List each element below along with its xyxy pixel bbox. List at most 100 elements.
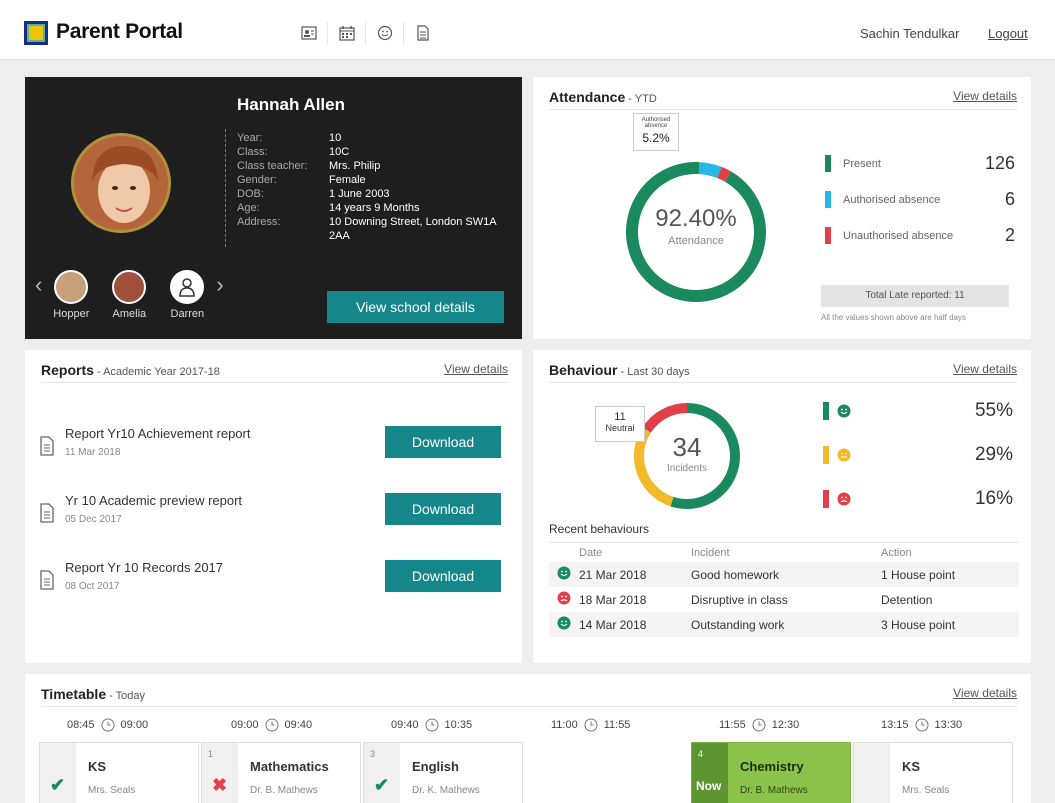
legend-value: 6 <box>1004 189 1015 209</box>
legend-percent: 55% <box>974 400 1013 421</box>
behaviour-table: Date Incident Action 21 Mar 2018 Good ho… <box>549 542 1019 637</box>
attendance-title: Attendance - YTD <box>549 89 657 105</box>
info-label: DOB: <box>237 188 264 200</box>
logo <box>24 21 48 45</box>
reports-view-details-link[interactable]: View details <box>444 362 508 376</box>
timetable-slot[interactable]: 3 ✔ English Dr. K. Mathews <box>363 742 523 803</box>
timetable-times: 08:45 09:00 09:00 09:40 09:40 10:35 11:00 11… <box>25 718 1031 736</box>
attendance-card: Attendance - YTD View details 92.40% Att… <box>533 77 1031 339</box>
sad-face-icon <box>557 591 571 605</box>
time-range: 09:40 10:35 <box>391 718 473 732</box>
info-label: Year: <box>237 132 263 144</box>
cell-incident: Outstanding work <box>691 617 785 632</box>
clock-icon <box>915 718 929 732</box>
slot-teacher: Mrs. Seals <box>88 785 136 796</box>
time-range: 11:00 11:55 <box>551 718 631 732</box>
calendar-icon[interactable] <box>328 22 366 44</box>
legend-authorised: Authorised absence 6 <box>825 189 1015 210</box>
slot-teacher: Dr. B. Mathews <box>250 785 318 796</box>
document-icon <box>39 570 55 595</box>
table-header: Date Incident Action <box>549 542 1019 562</box>
legend-negative: 16% <box>823 488 1013 510</box>
cell-date: 18 Mar 2018 <box>579 592 647 607</box>
legend-neutral: 29% <box>823 444 1013 466</box>
sibling-darren[interactable]: Darren <box>158 270 216 320</box>
legend-label: Present <box>843 157 881 170</box>
happy-face-icon <box>557 616 571 630</box>
info-row-age: Age: 14 years 9 Months <box>237 201 509 215</box>
student-photo <box>71 133 171 233</box>
divider <box>225 129 226 247</box>
sibling-name: Hopper <box>53 308 90 320</box>
info-value: 10 <box>329 132 342 144</box>
chevron-right-icon[interactable]: › <box>216 272 223 298</box>
download-button[interactable]: Download <box>385 426 501 458</box>
info-value: 1 June 2003 <box>329 188 390 200</box>
info-value: 14 years 9 Months <box>329 202 420 214</box>
sibling-amelia[interactable]: Amelia <box>100 270 158 320</box>
behaviour-view-details-link[interactable]: View details <box>953 362 1017 376</box>
student-card: Hannah Allen Year: 10 Class: 10C Class tea… <box>25 77 522 339</box>
cell-action: 3 House point <box>881 617 956 632</box>
table-row[interactable]: 18 Mar 2018 Disruptive in class Detentio… <box>549 587 1019 612</box>
column-header: Incident <box>691 546 730 559</box>
chevron-left-icon[interactable]: ‹ <box>35 272 42 298</box>
timetable-slot[interactable]: 1 ✖ Mathematics Dr. B. Mathews <box>201 742 361 803</box>
cell-action: 1 House point <box>881 567 956 582</box>
info-row-teacher: Class teacher: Mrs. Philip <box>237 159 509 173</box>
info-label: Address: <box>237 216 281 228</box>
sibling-name: Amelia <box>112 308 147 320</box>
report-date: 11 Mar 2018 <box>65 447 121 458</box>
smiley-icon[interactable] <box>366 22 404 44</box>
download-button[interactable]: Download <box>385 560 501 592</box>
info-row-year: Year: 10 <box>237 131 509 145</box>
table-row[interactable]: 14 Mar 2018 Outstanding work 3 House poi… <box>549 612 1019 637</box>
info-value: 10C <box>329 146 350 158</box>
info-value: 10 Downing Street, London SW1A 2AA <box>329 216 496 242</box>
legend-positive: 55% <box>823 400 1013 422</box>
sibling-hopper[interactable]: Hopper <box>42 270 100 320</box>
user-name[interactable]: Sachin Tendulkar <box>860 26 960 41</box>
clock-icon <box>101 718 115 732</box>
info-label: Class teacher: <box>237 160 308 172</box>
legend-unauthorised: Unauthorised absence 2 <box>825 225 1015 246</box>
time-range: 13:15 13:30 <box>881 718 963 732</box>
recent-behaviours-title: Recent behaviours <box>549 522 650 536</box>
happy-face-icon <box>837 404 851 418</box>
legend-value: 126 <box>984 153 1015 173</box>
legend-present: Present 126 <box>825 153 1015 174</box>
view-school-details-button[interactable]: View school details <box>327 291 504 323</box>
behaviour-center: 34 Incidents <box>631 432 743 474</box>
reports-title: Reports - Academic Year 2017-18 <box>41 362 220 378</box>
table-row[interactable]: 21 Mar 2018 Good homework 1 House point <box>549 562 1019 587</box>
attendance-view-details-link[interactable]: View details <box>953 89 1017 103</box>
timetable-slot[interactable]: ✔ KS Mrs. Seals <box>39 742 199 803</box>
clock-icon <box>584 718 598 732</box>
now-badge: Now <box>696 779 722 793</box>
timetable-title: Timetable - Today <box>41 686 146 702</box>
id-card-icon[interactable] <box>290 22 328 44</box>
column-header: Action <box>881 546 912 559</box>
info-row-gender: Gender: Female <box>237 173 509 187</box>
slot-subject: KS <box>88 759 107 774</box>
document-icon[interactable] <box>404 22 442 44</box>
slot-subject: Mathematics <box>250 759 329 774</box>
download-button[interactable]: Download <box>385 493 501 525</box>
report-title: Report Yr10 Achievement report <box>65 426 251 441</box>
student-info: Year: 10 Class: 10C Class teacher: Mrs. Phi… <box>237 131 509 243</box>
timetable-view-details-link[interactable]: View details <box>953 686 1017 700</box>
slot-teacher: Dr. B. Mathews <box>740 785 808 796</box>
cell-incident: Good homework <box>691 567 780 582</box>
legend-percent: 29% <box>974 444 1013 465</box>
info-label: Class: <box>237 146 268 158</box>
attendance-center-label: Attendance <box>668 235 724 247</box>
attendance-percent: 92.40% <box>655 205 737 232</box>
document-icon <box>39 503 55 528</box>
timetable-slot[interactable]: KS Mrs. Seals <box>853 742 1013 803</box>
logout-link[interactable]: Logout <box>988 26 1028 41</box>
sibling-name: Darren <box>170 308 205 320</box>
sibling-switcher: ‹ Hopper Amelia Darren › <box>35 270 224 320</box>
timetable-slot-current[interactable]: 4 Now Chemistry Dr. B. Mathews <box>691 742 851 803</box>
check-icon: ✔ <box>374 775 390 795</box>
user-placeholder-icon <box>170 270 205 304</box>
